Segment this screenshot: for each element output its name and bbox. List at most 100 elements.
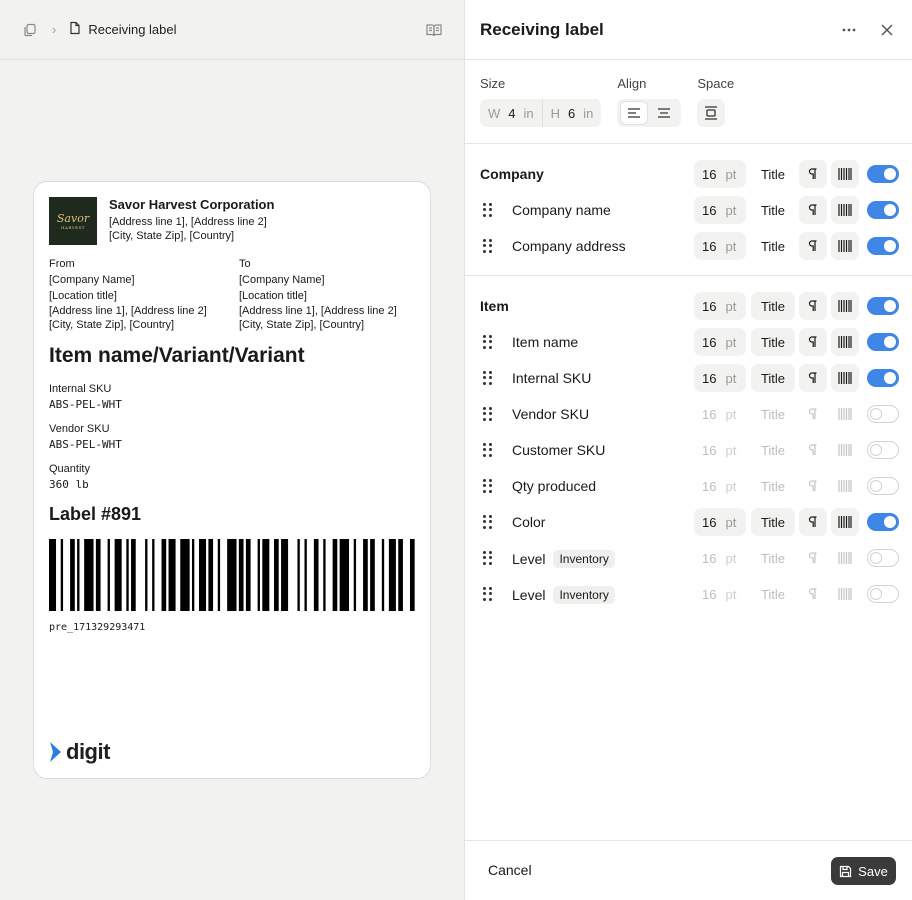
title-style-button[interactable]: Title xyxy=(751,232,795,260)
paragraph-button[interactable] xyxy=(799,508,827,536)
title-style-button[interactable]: Title xyxy=(751,196,795,224)
field-toggle[interactable] xyxy=(867,585,899,603)
title-style-button[interactable]: Title xyxy=(751,472,795,500)
barcode-bar xyxy=(257,539,260,611)
barcode-button[interactable] xyxy=(831,292,859,320)
drag-handle-icon[interactable] xyxy=(483,407,493,421)
drag-handle-icon[interactable] xyxy=(483,515,493,529)
barcode-button[interactable] xyxy=(831,508,859,536)
width-input[interactable]: W 4 in xyxy=(480,99,542,127)
title-style-button[interactable]: Title xyxy=(751,436,795,464)
font-size-input[interactable]: 16 pt xyxy=(694,400,746,428)
height-input[interactable]: H 6 in xyxy=(541,99,602,127)
field-name-text: Item xyxy=(480,298,509,314)
font-size-input[interactable]: 16 pt xyxy=(694,232,746,260)
paragraph-button[interactable] xyxy=(799,580,827,608)
section-row: Company 16 pt Title xyxy=(465,160,912,188)
barcode-button[interactable] xyxy=(831,328,859,356)
barcode-button[interactable] xyxy=(831,160,859,188)
font-size-input[interactable]: 16 pt xyxy=(694,508,746,536)
panel-actions xyxy=(840,21,896,39)
font-size-input[interactable]: 16 pt xyxy=(694,472,746,500)
copy-icon[interactable] xyxy=(22,22,38,38)
font-size-input[interactable]: 16 pt xyxy=(694,328,746,356)
field-name-text: Company address xyxy=(512,238,626,254)
field-row: Level Inventory 16 pt Title xyxy=(465,580,912,608)
font-size-unit: pt xyxy=(725,514,737,530)
more-icon[interactable] xyxy=(840,21,858,39)
barcode-bar xyxy=(381,539,385,611)
paragraph-button[interactable] xyxy=(799,364,827,392)
font-size-input[interactable]: 16 pt xyxy=(694,580,746,608)
align-center-button[interactable] xyxy=(651,102,677,124)
cancel-button[interactable]: Cancel xyxy=(488,862,532,878)
book-open-icon[interactable] xyxy=(426,22,442,38)
close-icon[interactable] xyxy=(878,21,896,39)
field-toggle[interactable] xyxy=(867,405,899,423)
barcode-button[interactable] xyxy=(831,544,859,572)
barcode-button[interactable] xyxy=(831,364,859,392)
field-toggle[interactable] xyxy=(867,513,899,531)
size-label: Size xyxy=(480,76,506,91)
drag-handle-icon[interactable] xyxy=(483,479,493,493)
title-style-button[interactable]: Title xyxy=(751,580,795,608)
field-toggle[interactable] xyxy=(867,441,899,459)
title-style-button[interactable]: Title xyxy=(751,328,795,356)
label-company-address-1: [Address line 1], [Address line 2] xyxy=(109,216,267,228)
space-group: Space xyxy=(697,76,734,127)
barcode-bar xyxy=(388,539,396,611)
field-toggle[interactable] xyxy=(867,369,899,387)
paragraph-button[interactable] xyxy=(799,436,827,464)
font-size-input[interactable]: 16 pt xyxy=(694,544,746,572)
paragraph-button[interactable] xyxy=(799,544,827,572)
field-toggle[interactable] xyxy=(867,333,899,351)
title-style-button[interactable]: Title xyxy=(751,544,795,572)
field-toggle[interactable] xyxy=(867,237,899,255)
paragraph-button[interactable] xyxy=(799,292,827,320)
drag-handle-icon[interactable] xyxy=(483,587,493,601)
drag-handle-icon[interactable] xyxy=(483,203,493,217)
title-style-button[interactable]: Title xyxy=(751,364,795,392)
font-size-value: 16 xyxy=(702,298,717,314)
field-toggle[interactable] xyxy=(867,297,899,315)
barcode-button[interactable] xyxy=(831,472,859,500)
barcode-button[interactable] xyxy=(831,436,859,464)
paragraph-button[interactable] xyxy=(799,232,827,260)
breadcrumb[interactable]: Receiving label xyxy=(68,21,177,38)
title-style-button[interactable]: Title xyxy=(751,160,795,188)
field-row: Company address 16 pt Title xyxy=(465,232,912,260)
title-style-button[interactable]: Title xyxy=(751,508,795,536)
align-left-button[interactable] xyxy=(621,102,648,124)
field-toggle[interactable] xyxy=(867,201,899,219)
barcode-button[interactable] xyxy=(831,196,859,224)
size-inputs: W 4 in H 6 in xyxy=(480,99,602,127)
drag-handle-icon[interactable] xyxy=(483,551,493,565)
font-size-input[interactable]: 16 pt xyxy=(694,436,746,464)
title-style-button[interactable]: Title xyxy=(751,292,795,320)
to-company: [Company Name] xyxy=(239,274,325,286)
barcode-button[interactable] xyxy=(831,232,859,260)
paragraph-button[interactable] xyxy=(799,328,827,356)
font-size-input[interactable]: 16 pt xyxy=(694,160,746,188)
paragraph-button[interactable] xyxy=(799,160,827,188)
drag-handle-icon[interactable] xyxy=(483,239,493,253)
field-row: Company name 16 pt Title xyxy=(465,196,912,224)
field-toggle[interactable] xyxy=(867,549,899,567)
font-size-input[interactable]: 16 pt xyxy=(694,292,746,320)
barcode-button[interactable] xyxy=(831,400,859,428)
title-style-button[interactable]: Title xyxy=(751,400,795,428)
drag-handle-icon[interactable] xyxy=(483,335,493,349)
font-size-input[interactable]: 16 pt xyxy=(694,196,746,224)
paragraph-button[interactable] xyxy=(799,472,827,500)
field-toggle[interactable] xyxy=(867,477,899,495)
paragraph-button[interactable] xyxy=(799,400,827,428)
save-button[interactable]: Save xyxy=(831,857,896,885)
drag-handle-icon[interactable] xyxy=(483,443,493,457)
paragraph-button[interactable] xyxy=(799,196,827,224)
field-toggle[interactable] xyxy=(867,165,899,183)
drag-handle-icon[interactable] xyxy=(483,371,493,385)
barcode-button[interactable] xyxy=(831,580,859,608)
field-row: Internal SKU 16 pt Title xyxy=(465,364,912,392)
font-size-input[interactable]: 16 pt xyxy=(694,364,746,392)
space-button[interactable] xyxy=(697,99,726,127)
